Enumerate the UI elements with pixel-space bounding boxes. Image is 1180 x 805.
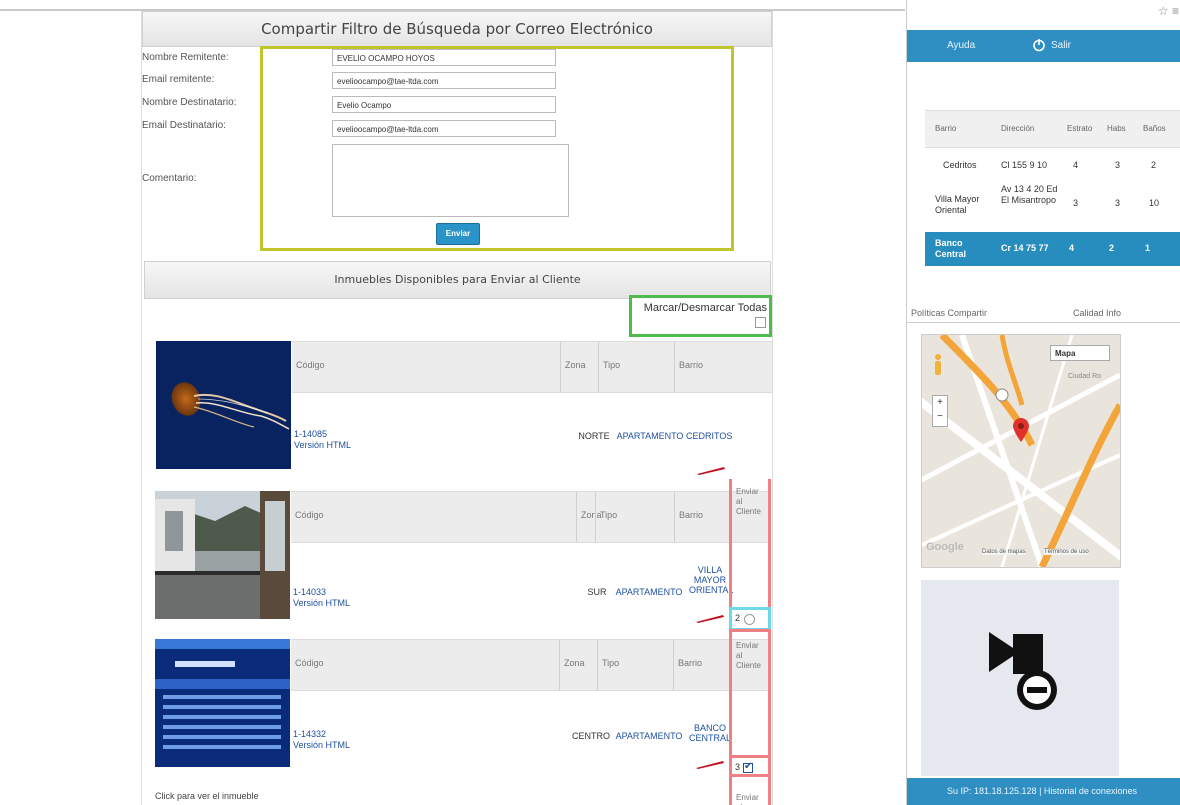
- results-direccion: Cr 14 75 77: [1001, 243, 1049, 253]
- pen-icon[interactable]: [695, 613, 725, 623]
- listing-2-neighborhood[interactable]: VILLA MAYOR ORIENTAL: [689, 565, 733, 595]
- power-icon[interactable]: [1032, 38, 1046, 52]
- right-panel: ☆ ≡ Ayuda Salir Barrio Dirección Estrato…: [906, 0, 1180, 805]
- results-col-estrato: Estrato: [1067, 124, 1093, 133]
- results-row-2[interactable]: Villa Mayor Oriental Av 13 4 20 Ed El Mi…: [925, 182, 1180, 228]
- star-icon[interactable]: ☆: [1158, 4, 1169, 18]
- street-view-icon[interactable]: [932, 353, 944, 377]
- results-estrato: 3: [1073, 198, 1079, 208]
- nav-bar: Ayuda Salir: [907, 30, 1180, 62]
- results-barrio: Cedritos: [943, 160, 977, 170]
- listing-3-photo[interactable]: [155, 639, 290, 767]
- map-pin-icon: [1013, 418, 1029, 442]
- results-estrato: 4: [1069, 243, 1075, 253]
- results-habs: 3: [1115, 198, 1121, 208]
- listing-2-send-checkbox[interactable]: [744, 614, 755, 625]
- zoom-out-icon[interactable]: −: [933, 410, 947, 424]
- exit-link[interactable]: Salir: [1051, 40, 1071, 51]
- footer-bar: Su IP: 181.18.125.128 | Historial de con…: [907, 778, 1180, 805]
- listing-2-zone: SUR: [587, 587, 607, 597]
- listing-2: Código Zona Tipo Barrio 1-14033 Versión …: [155, 491, 771, 623]
- results-header: Barrio Dirección Estrato Habs Baños: [925, 110, 1180, 148]
- map-provider-logo: Google: [926, 541, 964, 553]
- type-header: Tipo: [602, 658, 620, 668]
- neighborhood-header: Barrio: [679, 510, 704, 520]
- zoom-controls[interactable]: + −: [932, 395, 948, 427]
- map-type-select[interactable]: Mapa: [1050, 345, 1110, 361]
- listing-3-header: Código Zona Tipo Barrio: [291, 639, 771, 691]
- results-banos: 1: [1145, 243, 1151, 253]
- results-col-habs: Habs: [1107, 124, 1126, 133]
- results-row-1[interactable]: Cedritos Cl 155 9 10 4 3 2: [925, 156, 1180, 178]
- results-banos: 2: [1151, 160, 1157, 170]
- type-header: Tipo: [600, 510, 618, 520]
- results-direccion: Av 13 4 20 Ed El Misantropo: [1001, 184, 1058, 205]
- results-col-direccion: Dirección: [1001, 124, 1035, 133]
- results-habs: 3: [1115, 160, 1121, 170]
- listing-3-zone: CENTRO: [572, 731, 610, 741]
- zoom-in-icon[interactable]: +: [933, 396, 947, 410]
- results-direccion: Cl 155 9 10: [1001, 160, 1048, 170]
- tab-info-quality[interactable]: Calidad Info: [1073, 308, 1121, 318]
- results-row-3-selected[interactable]: Banco Central Cr 14 75 77 4 2 1: [925, 232, 1180, 266]
- map-data-note[interactable]: Datos de mapas: [982, 549, 1026, 555]
- listing-3-code-link[interactable]: 1-14332: [293, 729, 350, 740]
- no-video-icon: [989, 632, 1057, 710]
- listing-2-photo[interactable]: [155, 491, 290, 619]
- results-barrio: Banco Central: [935, 238, 967, 259]
- code-header: Código: [295, 510, 324, 520]
- listing-2-html-link[interactable]: Versión HTML: [293, 598, 350, 609]
- listing-2-index: 2: [735, 613, 741, 623]
- code-header: Código: [295, 658, 324, 668]
- listing-3-html-link[interactable]: Versión HTML: [293, 740, 350, 751]
- map-terms-link[interactable]: Términos de uso: [1044, 549, 1089, 555]
- map-place-label: Ciudad Ro: [1068, 373, 1102, 380]
- results-col-barrio: Barrio: [935, 124, 957, 133]
- listing-3: Código Zona Tipo Barrio 1-14332 Versión …: [155, 639, 771, 769]
- listing-3-neighborhood[interactable]: BANCO CENTRAL: [689, 723, 731, 743]
- click-to-view-note[interactable]: Click para ver el inmueble: [155, 791, 259, 801]
- right-tabs: Políticas Compartir Calidad Info: [907, 308, 1180, 323]
- menu-icon[interactable]: ≡: [1172, 4, 1179, 18]
- video-unavailable-panel: [921, 580, 1119, 776]
- results-col-banos: Baños: [1143, 124, 1166, 133]
- listing-2-header: Código Zona Tipo Barrio: [291, 491, 771, 543]
- window-controls[interactable]: ☆ ≡: [1158, 4, 1179, 18]
- map-view[interactable]: + − Mapa Ciudad Ro Google Datos de mapas…: [921, 334, 1121, 568]
- results-barrio: Villa Mayor Oriental: [935, 194, 980, 215]
- listing-3-check-box-area: [729, 755, 771, 777]
- pen-icon[interactable]: [695, 759, 725, 769]
- listing-3-type[interactable]: APARTAMENTO: [611, 731, 687, 741]
- help-link[interactable]: Ayuda: [947, 40, 975, 51]
- listing-2-send-column: [729, 479, 771, 607]
- results-banos: 10: [1149, 198, 1160, 208]
- listing-2-code-link[interactable]: 1-14033: [293, 587, 350, 598]
- neighborhood-header: Barrio: [678, 658, 703, 668]
- tab-share-policies[interactable]: Políticas Compartir: [911, 308, 987, 318]
- listing-2-type[interactable]: APARTAMENTO: [611, 587, 687, 597]
- zone-header: Zona: [564, 658, 585, 668]
- results-habs: 2: [1109, 243, 1115, 253]
- listing-3-send-header-box: [729, 629, 771, 681]
- results-estrato: 4: [1073, 160, 1079, 170]
